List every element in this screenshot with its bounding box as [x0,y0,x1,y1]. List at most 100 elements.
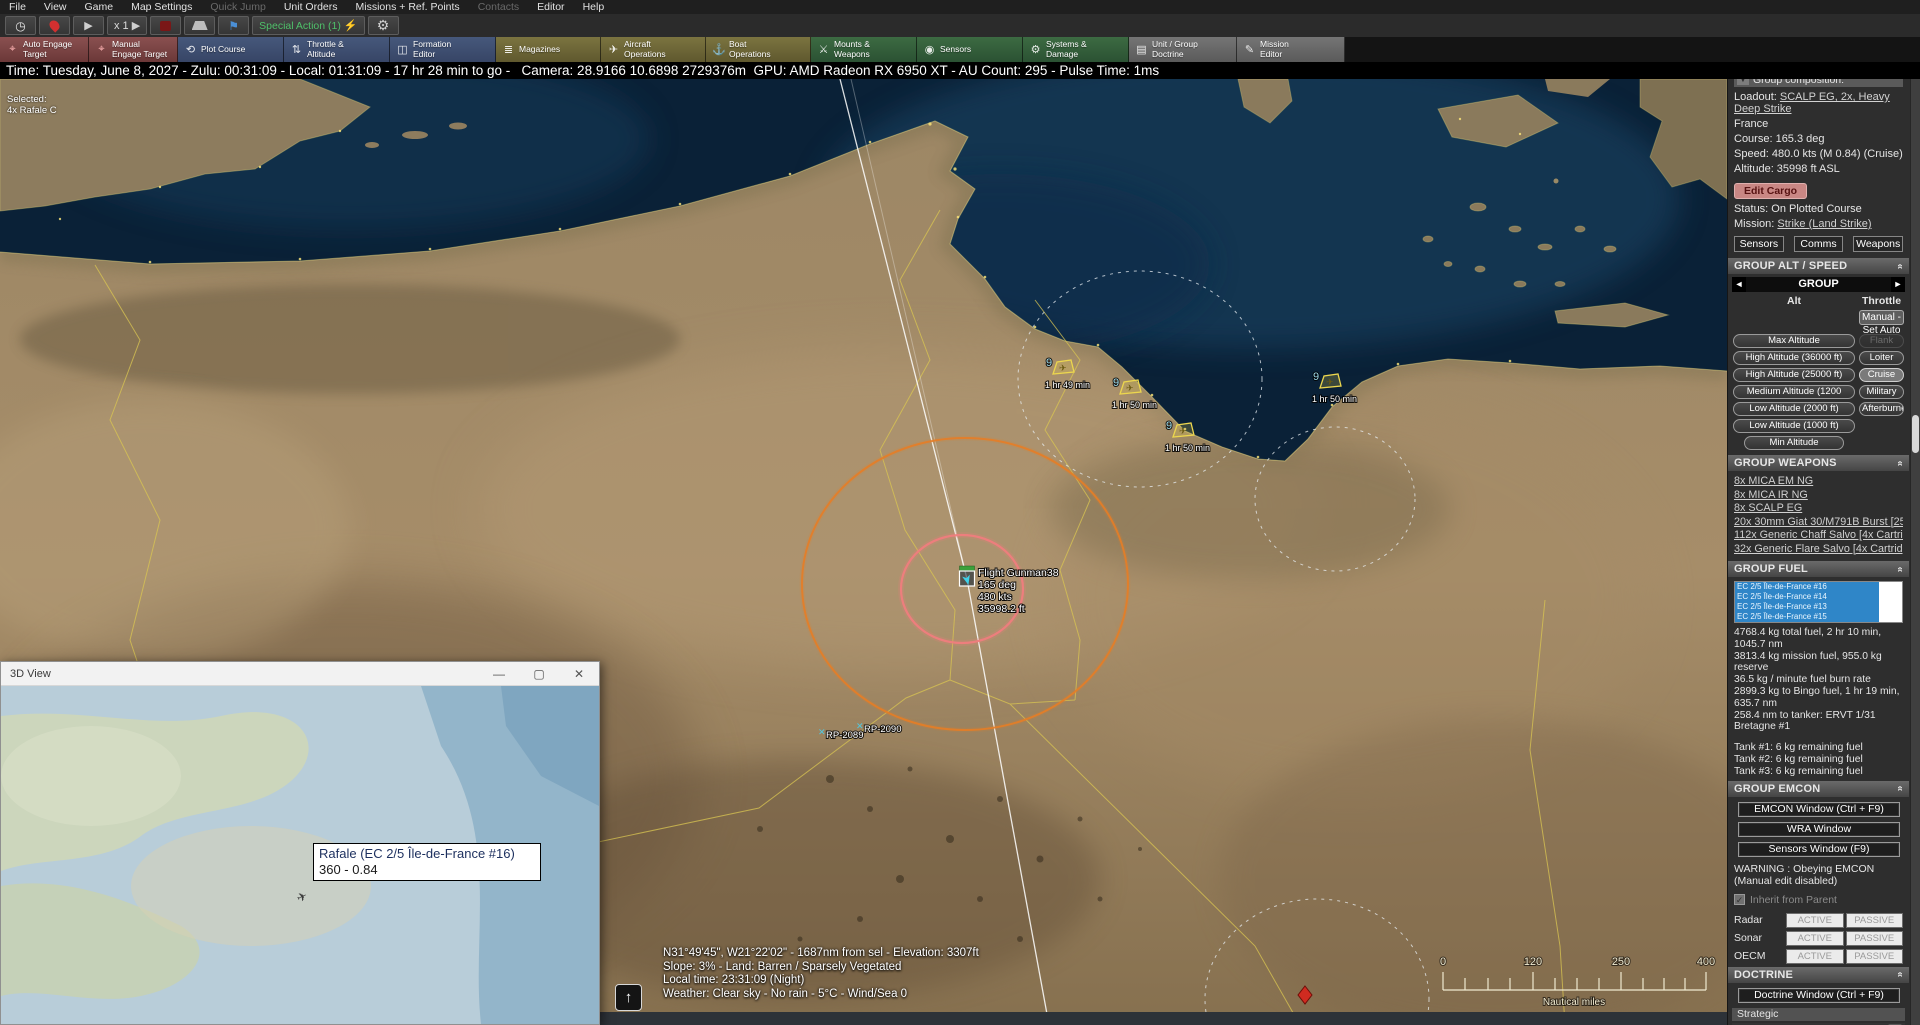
special-action-button[interactable]: Special Action (1)⚡ [252,16,364,35]
magazines-button[interactable]: ≣Magazines [496,37,601,62]
scrollbar-thumb[interactable] [1912,415,1919,453]
aircraft-operations-button[interactable]: ✈AircraftOperations [601,37,706,62]
3d-view-viewport[interactable]: ✈ Rafale (EC 2/5 Île-de-France #16) 360 … [1,686,599,1024]
menu-view[interactable]: View [35,0,76,14]
airfield-plane-icon: ✈ [1179,426,1187,436]
throttle-flank-button: Flank [1859,334,1904,348]
menu-contacts: Contacts [469,0,528,14]
time-compression-label: x 1 [114,20,129,32]
sensors-button[interactable]: ◉Sensors [917,37,1023,62]
next-group-button[interactable]: ► [1891,277,1905,292]
auto-engage-target-button[interactable]: ⌖Auto EngageTarget [0,37,89,62]
magazine-button[interactable] [184,16,215,35]
menu-editor[interactable]: Editor [528,0,573,14]
alt-high-25000-button[interactable]: High Altitude (25000 ft) [1733,368,1855,382]
throttle-military-button[interactable]: Military [1859,385,1904,399]
weapon-link[interactable]: 32x Generic Flare Salvo [4x Cartridges, … [1734,543,1903,557]
3d-view-title: 3D View [10,668,51,680]
minimize-icon[interactable]: — [479,662,519,686]
boat-operations-button[interactable]: ⚓BoatOperations [706,37,811,62]
sonar-active-button[interactable]: ACTIVE [1786,931,1844,946]
panel-header-group-weapons[interactable]: GROUP WEAPONS« [1728,455,1909,471]
panel-header-group-fuel[interactable]: GROUP FUEL« [1728,561,1909,577]
time-compression-button[interactable]: x 1▶ [107,16,147,35]
panel-header-alt-speed[interactable]: GROUP ALT / SPEED« [1728,258,1909,274]
doctrine-window-button[interactable]: Doctrine Window (Ctrl + F9) [1738,988,1900,1003]
throttle-loiter-button[interactable]: Loiter [1859,351,1904,365]
weapons-window-button[interactable]: Weapons [1853,236,1903,252]
menu-help[interactable]: Help [574,0,614,14]
menu-game[interactable]: Game [76,0,123,14]
alt-min-button[interactable]: Min Altitude [1744,436,1844,450]
throttle-altitude-button[interactable]: ⇅Throttle &Altitude [284,37,390,62]
alt-low-2000-button[interactable]: Low Altitude (2000 ft) [1733,402,1855,416]
weapon-link[interactable]: 20x 30mm Giat 30/M791B Burst [25 rnds] [1734,516,1903,530]
north-arrow-button[interactable]: ↑ [615,984,642,1011]
weapon-link[interactable]: 8x MICA IR NG [1734,489,1903,503]
throttle-cruise-button[interactable]: Cruise [1859,368,1904,382]
tooltip-unit-name: Rafale (EC 2/5 Île-de-France #16) [319,846,535,862]
close-icon[interactable]: ✕ [559,662,599,686]
3d-view-titlebar[interactable]: 3D View — ▢ ✕ [1,662,599,686]
edit-cargo-button[interactable]: Edit Cargo [1734,183,1807,199]
plot-course-button[interactable]: ⟲Plot Course [178,37,284,62]
fires-button[interactable] [39,16,70,35]
sensors-window-f9-button[interactable]: Sensors Window (F9) [1738,842,1900,857]
manual-set-auto-button[interactable]: Manual - Set Auto [1859,310,1904,325]
systems-damage-button[interactable]: ⚙Systems &Damage [1023,37,1129,62]
unit-group-doctrine-button[interactable]: ▤Unit / GroupDoctrine [1129,37,1237,62]
sensors-window-button[interactable]: Sensors [1734,236,1784,252]
menu-map-settings[interactable]: Map Settings [122,0,201,14]
weapon-link[interactable]: 8x SCALP EG [1734,502,1903,516]
oecm-passive-button[interactable]: PASSIVE [1846,949,1904,964]
play-button[interactable]: ▶ [73,16,104,35]
alt-high-36000-button[interactable]: High Altitude (36000 ft) [1733,351,1855,365]
alt-low-1000-button[interactable]: Low Altitude (1000 ft) [1733,419,1855,433]
alt-column-header: Alt [1733,295,1855,307]
3d-view-window: 3D View — ▢ ✕ ✈ Rafale (EC 2/5 Île-de-Fr… [0,661,600,1025]
sidebar-scrollbar[interactable] [1910,0,1920,1025]
maximize-icon[interactable]: ▢ [519,662,559,686]
emcon-window-button[interactable]: EMCON Window (Ctrl + F9) [1738,802,1900,817]
mission-editor-button[interactable]: ✎MissionEditor [1237,37,1345,62]
panel-header-doctrine[interactable]: DOCTRINE« [1728,967,1909,983]
airfield-eta: 1 hr 50 min [1312,394,1357,404]
game-time-button[interactable]: ◷ [5,16,36,35]
weapon-link[interactable]: 112x Generic Chaff Salvo [4x Cartridges] [1734,529,1903,543]
ref-point-icon: ✕ [818,727,826,737]
fast-forward-icon: ▶ [132,19,140,32]
sonar-passive-button[interactable]: PASSIVE [1846,931,1904,946]
manual-engage-target-button[interactable]: ⌖ManualEngage Target [89,37,178,62]
menu-unit-orders[interactable]: Unit Orders [275,0,347,14]
flight-altitude-label: 35998.2 ft [978,603,1025,615]
formation-editor-button[interactable]: ◫FormationEditor [390,37,496,62]
alt-max-button[interactable]: Max Altitude [1733,334,1855,348]
scale-tick-label: 0 [1440,956,1446,968]
prev-group-button[interactable]: ◄ [1732,277,1746,292]
oecm-active-button[interactable]: ACTIVE [1786,949,1844,964]
list-item[interactable]: EC 2/5 Île-de-France #16 [1735,582,1902,592]
sonar-label: Sonar [1734,932,1784,944]
airfield-plane-icon: ✈ [1059,363,1067,373]
radar-active-button[interactable]: ACTIVE [1786,913,1844,928]
menu-missions-ref-points[interactable]: Missions + Ref. Points [347,0,469,14]
mounts-weapons-button[interactable]: ⚔Mounts &Weapons [811,37,917,62]
list-item[interactable]: EC 2/5 Île-de-France #13 [1735,602,1902,612]
wra-window-button[interactable]: WRA Window [1738,822,1900,837]
throttle-afterburner-button[interactable]: Afterburner [1859,402,1904,416]
radar-passive-button[interactable]: PASSIVE [1846,913,1904,928]
menu-file[interactable]: File [0,0,35,14]
list-item[interactable]: EC 2/5 Île-de-France #15 [1735,612,1902,622]
record-button[interactable] [150,16,181,35]
tooltip-course-mach: 360 - 0.84 [319,862,535,878]
alt-medium-button[interactable]: Medium Altitude (1200 [1733,385,1855,399]
cursor-local-time: Local time: 23:31:09 (Night) [663,974,979,988]
settings-button[interactable]: ⚙ [368,16,399,35]
gear-icon: ⚙ [377,17,390,34]
mission-link[interactable]: Strike (Land Strike) [1777,218,1871,230]
panel-header-group-emcon[interactable]: GROUP EMCON« [1728,781,1909,797]
list-item[interactable]: EC 2/5 Île-de-France #14 [1735,592,1902,602]
weapon-link[interactable]: 8x MICA EM NG [1734,475,1903,489]
waypoint-button[interactable]: ⚑ [218,16,249,35]
comms-window-button[interactable]: Comms [1794,236,1844,252]
